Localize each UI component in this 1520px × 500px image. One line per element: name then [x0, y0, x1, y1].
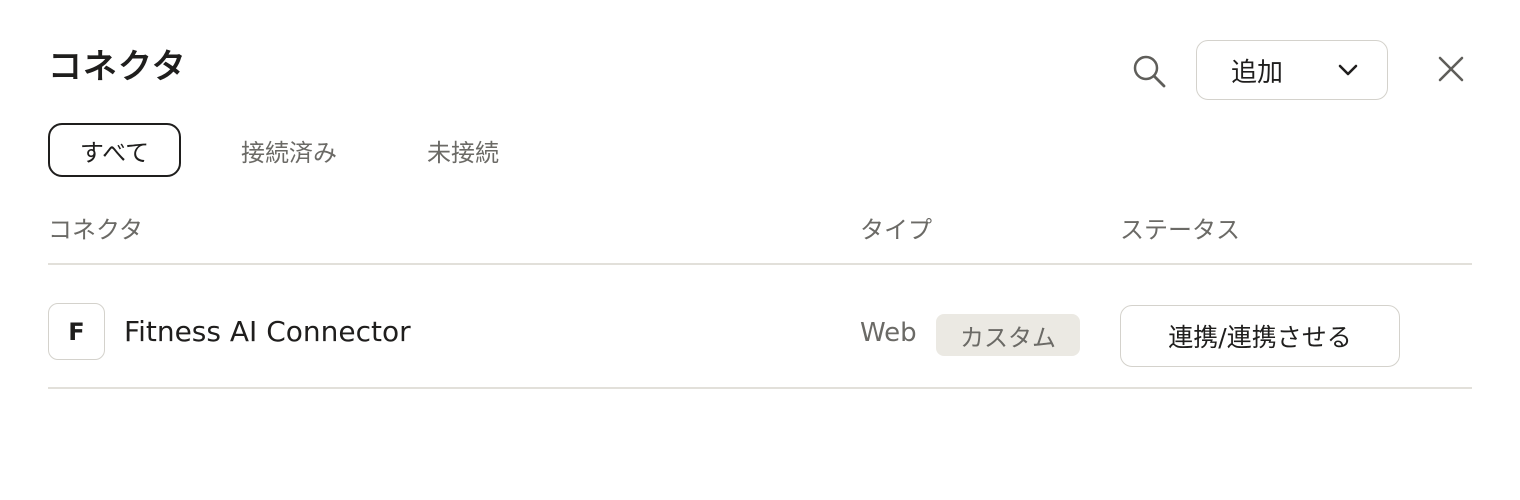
column-header-connector[interactable]: コネクタ — [48, 210, 143, 250]
tab-connected[interactable]: 接続済み — [211, 123, 367, 177]
page-title: コネクタ — [48, 47, 187, 87]
tab-disconnected[interactable]: 未接続 — [397, 123, 529, 177]
search-button[interactable] — [1128, 50, 1170, 92]
chevron-down-icon — [1338, 64, 1358, 76]
header-divider — [48, 263, 1472, 265]
add-button[interactable]: 追加 — [1196, 40, 1388, 100]
connector-name[interactable]: Fitness AI Connector — [124, 311, 411, 353]
tab-all[interactable]: すべて — [48, 123, 181, 177]
connector-avatar: F — [48, 303, 105, 360]
close-icon — [1438, 56, 1464, 82]
filter-tabs: すべて 接続済み 未接続 — [48, 123, 529, 177]
custom-badge: カスタム — [936, 314, 1080, 356]
column-header-type[interactable]: タイプ — [860, 210, 932, 250]
connector-type: Web — [860, 318, 917, 348]
column-header-status[interactable]: ステータス — [1120, 210, 1240, 250]
table-row[interactable]: F Fitness AI Connector Web カスタム 連携/連携させる — [48, 303, 1472, 367]
search-icon — [1133, 55, 1166, 88]
row-divider — [48, 387, 1472, 389]
connect-button[interactable]: 連携/連携させる — [1120, 305, 1400, 367]
close-button[interactable] — [1428, 46, 1474, 92]
add-button-label: 追加 — [1231, 57, 1284, 88]
